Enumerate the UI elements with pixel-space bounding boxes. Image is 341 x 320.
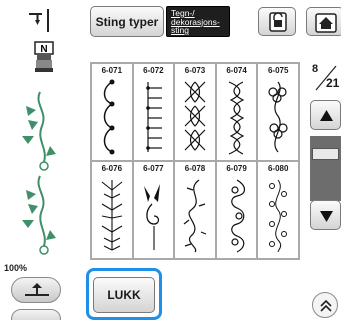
presser-foot-icon: N <box>33 41 55 73</box>
stitch-code: 6-079 <box>226 164 247 173</box>
stitch-code: 6-076 <box>101 164 123 173</box>
stitch-pattern-icon <box>103 79 115 155</box>
stitch-cell[interactable]: 6-073 <box>175 64 215 160</box>
lock-button[interactable] <box>258 7 296 36</box>
svg-text:N: N <box>40 44 47 55</box>
tab-decor-line3: sting <box>171 25 189 35</box>
stitch-code: 6-072 <box>143 66 164 75</box>
page-indicator: 8 21 <box>306 62 341 92</box>
stitch-preview <box>8 86 72 256</box>
stitch-cell[interactable]: 6-074 <box>216 64 257 160</box>
tab-decorative-stitches[interactable]: Tegn-/ dekorasjons- sting <box>166 6 230 37</box>
stitch-code: 6-073 <box>184 66 206 75</box>
stitch-code: 6-075 <box>267 66 289 75</box>
stitch-pattern-icon <box>101 180 123 251</box>
stitch-pattern-icon <box>145 82 162 152</box>
stitch-code: 6-078 <box>184 164 206 173</box>
left-panel: N 100% <box>0 0 83 320</box>
stitch-pattern-icon <box>143 184 160 250</box>
stitch-pattern-icon <box>268 81 288 153</box>
stitch-cell[interactable]: 6-080 <box>258 162 298 258</box>
needle-position-icon[interactable] <box>26 6 60 36</box>
secondary-round-button[interactable] <box>11 309 61 320</box>
scrollbar-track[interactable] <box>310 136 341 201</box>
page-total: 21 <box>326 76 340 90</box>
stitch-cell[interactable]: 6-071 <box>92 64 132 160</box>
stitch-cell[interactable]: 6-079 <box>216 162 257 258</box>
stitch-cell[interactable]: 6-072 <box>133 64 174 160</box>
stitch-pattern-icon <box>183 179 207 253</box>
zoom-level: 100% <box>4 263 28 273</box>
triangle-down-icon <box>320 211 333 222</box>
reverse-stitch-icon <box>25 283 49 296</box>
reverse-stitch-button[interactable] <box>11 277 61 303</box>
scrollbar-thumb[interactable] <box>312 148 339 160</box>
triangle-up-icon <box>320 110 333 121</box>
lock-icon <box>269 12 287 32</box>
scroll-up-button[interactable] <box>310 100 341 130</box>
stitch-pattern-icon <box>228 81 245 155</box>
close-button[interactable]: LUKK <box>93 277 155 313</box>
stitch-code: 6-077 <box>143 164 164 173</box>
tab-stitch-types[interactable]: Sting typer <box>90 6 164 37</box>
stitch-code: 6-074 <box>226 66 247 75</box>
stitch-pattern-icon <box>269 179 288 253</box>
double-chevron-up-icon <box>320 299 332 312</box>
home-icon <box>315 13 337 33</box>
stitch-cell[interactable]: 6-078 <box>175 162 215 258</box>
stitch-cell[interactable]: 6-076 <box>92 162 132 258</box>
stitch-code: 6-080 <box>267 164 289 173</box>
expand-button[interactable] <box>312 292 338 318</box>
stitch-code: 6-071 <box>101 66 123 75</box>
stitch-cell[interactable]: 6-077 <box>133 162 174 258</box>
stitch-pattern-icon <box>184 81 206 151</box>
scroll-down-button[interactable] <box>310 200 341 230</box>
page-current: 8 <box>312 63 319 75</box>
stitch-grid: 6-071 6-072 6-073 6-074 6-075 6-076 6-07… <box>90 62 300 260</box>
home-button[interactable] <box>306 7 341 36</box>
stitch-pattern-icon <box>230 179 245 253</box>
stitch-cell[interactable]: 6-075 <box>258 64 298 160</box>
